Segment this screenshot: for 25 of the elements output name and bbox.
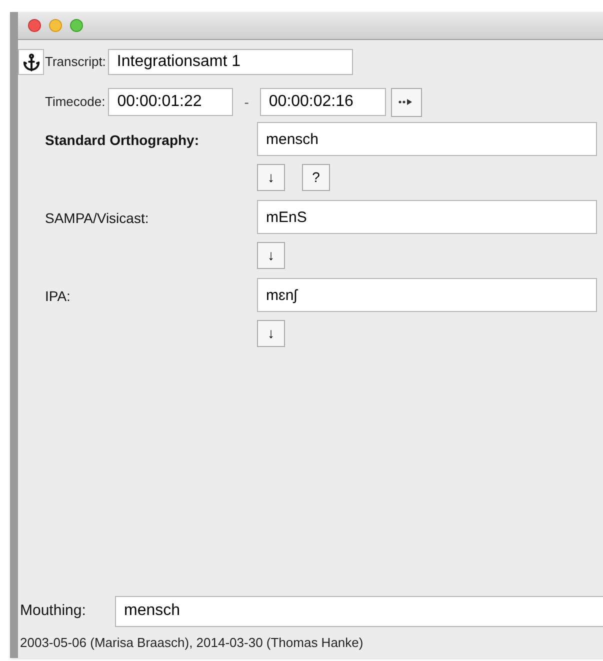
status-text: 2003-05-06 (Marisa Braasch), 2014-03-30 (Thomas Hanke) [19,634,364,652]
anchor-icon [22,52,40,72]
timecode-separator: - [244,92,249,112]
symbol-button[interactable]: ? [302,164,330,191]
zoom-button[interactable] [70,19,83,32]
arrow-icon [398,98,414,106]
transcript-field[interactable]: Integrationsamt 1 [108,49,353,75]
symbol-button[interactable]: ↓ [257,242,285,269]
close-button[interactable] [28,19,41,32]
field-label: IPA: [45,287,72,306]
text-field[interactable]: mɛnʃ [257,278,597,312]
symbol-button[interactable]: ↓ [257,164,285,191]
field-label: Standard Orthography: [45,131,200,150]
text-field[interactable]: mEnS [257,200,597,234]
text-field[interactable]: mensch [257,122,597,156]
symbol-button[interactable]: ↓ [257,320,285,347]
timecode-label: Timecode: [45,93,106,112]
go-button[interactable] [390,88,422,116]
start-timecode-field[interactable]: 00:00:01:22 [108,88,234,116]
anchor-button[interactable] [18,49,44,75]
mouthing-field[interactable]: mensch [115,596,603,626]
field-label: SAMPA/Visicast: [45,209,150,228]
transcript-label: Transcript: [45,53,106,72]
end-timecode-field[interactable]: 00:00:02:16 [260,88,386,116]
mouthing-label: Mouthing: [20,600,87,621]
